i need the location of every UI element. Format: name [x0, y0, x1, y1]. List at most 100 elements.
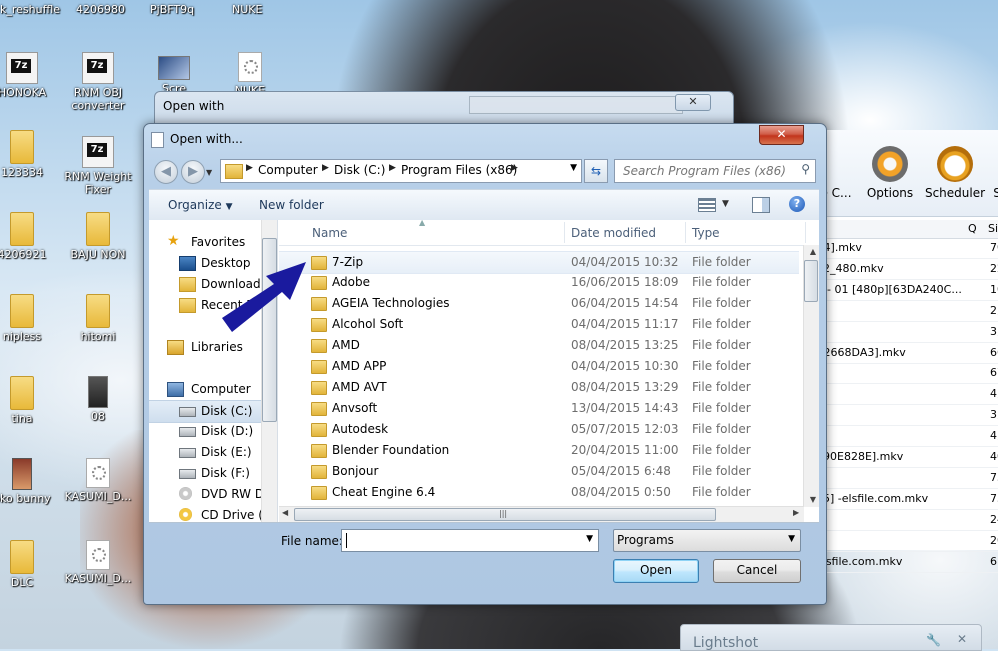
- column-divider[interactable]: [805, 222, 806, 243]
- list-item[interactable]: 090E828E].mkv 40: [814, 447, 998, 468]
- vertical-scrollbar-thumb[interactable]: [804, 260, 818, 302]
- scroll-right-arrow[interactable]: ▶: [793, 508, 799, 517]
- scheduler-button[interactable]: Scheduler: [924, 146, 986, 200]
- list-item[interactable]: 67: [814, 363, 998, 385]
- file-name-combobox[interactable]: ▼: [341, 529, 599, 552]
- column-divider[interactable]: [564, 222, 565, 243]
- nav-item[interactable]: Disk (C:): [149, 400, 273, 423]
- table-row[interactable]: Anvsoft 13/04/2015 14:43 File folder: [279, 398, 799, 419]
- column-size[interactable]: Si: [988, 222, 998, 235]
- new-folder-button[interactable]: New folder: [259, 198, 324, 212]
- nav-item[interactable]: Disk (D:): [149, 421, 273, 442]
- close-button[interactable]: ✕: [759, 125, 804, 145]
- desktop-icon[interactable]: 08: [58, 376, 138, 423]
- preview-pane-icon[interactable]: [752, 197, 770, 213]
- column-divider[interactable]: [685, 222, 686, 243]
- desktop-icon[interactable]: DLC: [0, 540, 62, 589]
- chevron-right-icon[interactable]: ▶: [246, 163, 253, 173]
- list-item[interactable]: 02_480.mkv22: [814, 259, 998, 280]
- search-icon[interactable]: ⚲: [801, 162, 810, 176]
- list-item[interactable]: 2,: [814, 301, 998, 322]
- table-row[interactable]: Adobe 16/06/2015 18:09 File folder: [279, 272, 799, 293]
- desktop-icon-label[interactable]: PjBFT9q: [150, 3, 194, 16]
- desktop-icon[interactable]: BAJU NON: [58, 212, 138, 261]
- cancel-button[interactable]: Cancel: [713, 559, 801, 583]
- table-row[interactable]: AMD APP 04/04/2015 10:30 File folder: [279, 356, 799, 377]
- table-row[interactable]: Autodesk 05/07/2015 12:03 File folder: [279, 419, 799, 440]
- list-item[interactable]: 25] -elsfile.com.mkv 73: [814, 489, 998, 510]
- list-item[interactable]: 3,: [814, 405, 998, 427]
- list-item[interactable]: B2668DA3].mkv 66: [814, 343, 998, 364]
- breadcrumb-program-files[interactable]: Program Files (x86): [401, 163, 517, 177]
- chevron-right-icon[interactable]: ▶: [389, 163, 396, 173]
- desktop-icon[interactable]: nipless: [0, 294, 62, 343]
- desktop-icon[interactable]: HONOKA: [0, 52, 62, 99]
- table-row[interactable]: 7-Zip 04/04/2015 10:32 File folder: [279, 251, 799, 274]
- chevron-right-icon[interactable]: ▶: [322, 163, 329, 173]
- desktop-icon-label[interactable]: k_reshuffle: [0, 3, 60, 16]
- chevron-right-icon[interactable]: ▶: [511, 163, 518, 173]
- refresh-button[interactable]: ⇆: [584, 159, 608, 183]
- nav-item[interactable]: DVD RW Drive: [149, 484, 277, 505]
- table-row[interactable]: AGEIA Technologies 06/04/2015 14:54 File f…: [279, 293, 799, 314]
- list-item[interactable]: 4,: [814, 426, 998, 448]
- close-icon[interactable]: ✕: [957, 632, 967, 646]
- column-date-modified[interactable]: Date modified: [571, 226, 656, 240]
- recent-locations-dropdown[interactable]: ▼: [206, 168, 212, 177]
- desktop-icon[interactable]: hitomi: [58, 294, 138, 343]
- scroll-up-arrow[interactable]: ▲: [810, 247, 816, 256]
- table-row[interactable]: AMD AVT 08/04/2015 13:29 File folder: [279, 377, 799, 398]
- list-item[interactable]: 73: [814, 468, 998, 489]
- column-q[interactable]: Q: [968, 222, 977, 235]
- file-name-input[interactable]: [344, 532, 580, 548]
- desktop-icon-label[interactable]: NUKE: [232, 3, 262, 16]
- nav-item[interactable]: CD Drive (I:): [149, 505, 275, 522]
- desktop-icon[interactable]: KASUMI_D...: [58, 540, 138, 585]
- desktop-icon[interactable]: RNM Weight Fixer: [58, 136, 138, 196]
- options-button[interactable]: Options: [864, 146, 916, 200]
- list-item[interactable]: 20: [814, 531, 998, 552]
- chevron-down-icon[interactable]: ▼: [570, 163, 577, 173]
- desktop-icon-label[interactable]: 4206980: [76, 3, 125, 16]
- search-box[interactable]: ⚲: [614, 159, 816, 183]
- breadcrumb-disk-c[interactable]: Disk (C:): [334, 163, 385, 177]
- desktop-icon[interactable]: 4206921: [0, 212, 62, 261]
- help-icon[interactable]: ?: [789, 196, 805, 212]
- file-type-select[interactable]: Programs ▼: [613, 529, 801, 552]
- desktop-icon[interactable]: tina: [0, 376, 62, 425]
- table-row[interactable]: Blender Foundation 20/04/2015 11:00 File f…: [279, 440, 799, 461]
- list-item[interactable]: 4,: [814, 384, 998, 406]
- list-item[interactable]: A4].mkv70: [814, 238, 998, 259]
- close-button[interactable]: ✕: [675, 94, 711, 111]
- desktop-icon[interactable]: oko bunny: [0, 458, 62, 505]
- table-row[interactable]: Bonjour 05/04/2015 6:48 File folder: [279, 461, 799, 482]
- organize-button[interactable]: Organize ▼: [168, 198, 233, 212]
- address-bar[interactable]: ▶ Computer ▶ Disk (C:) ▶ Program Files (…: [220, 159, 582, 183]
- list-item[interactable]: elsfile.com.mkv 61: [814, 552, 998, 573]
- nav-item[interactable]: Disk (E:): [149, 442, 273, 463]
- column-type[interactable]: Type: [692, 226, 720, 240]
- scroll-left-arrow[interactable]: ◀: [282, 508, 288, 517]
- desktop-icon[interactable]: Scre: [134, 56, 214, 95]
- desktop-icon[interactable]: RNM OBJ converter: [58, 52, 138, 112]
- desktop-icon[interactable]: KASUMI_D...: [58, 458, 138, 503]
- open-button[interactable]: Open: [613, 559, 699, 583]
- list-item[interactable]: 3,: [814, 322, 998, 343]
- column-name[interactable]: Name: [312, 226, 347, 240]
- nav-item[interactable]: Disk (F:): [149, 463, 273, 484]
- list-item[interactable]: X - 01 [480p][63DA240C... 10: [814, 280, 998, 301]
- views-icon[interactable]: [698, 198, 716, 212]
- table-row[interactable]: AMD 08/04/2015 13:25 File folder: [279, 335, 799, 356]
- scroll-down-arrow[interactable]: ▼: [810, 495, 816, 504]
- list-item[interactable]: 24: [814, 510, 998, 531]
- desktop-icon[interactable]: 123334: [0, 130, 62, 179]
- lightshot-window[interactable]: Lightshot 🔧 ✕: [680, 624, 982, 651]
- breadcrumb-computer[interactable]: Computer: [258, 163, 318, 177]
- chevron-down-icon[interactable]: ▼: [586, 534, 593, 544]
- nav-item[interactable]: Computer: [149, 379, 273, 400]
- table-row[interactable]: Cheat Engine 6.4 08/04/2015 0:50 File fold…: [279, 482, 799, 503]
- wrench-icon[interactable]: 🔧: [926, 633, 941, 647]
- back-button[interactable]: ◀: [154, 160, 178, 184]
- toolbar-button[interactable]: S: [992, 146, 998, 200]
- search-input[interactable]: [621, 163, 795, 179]
